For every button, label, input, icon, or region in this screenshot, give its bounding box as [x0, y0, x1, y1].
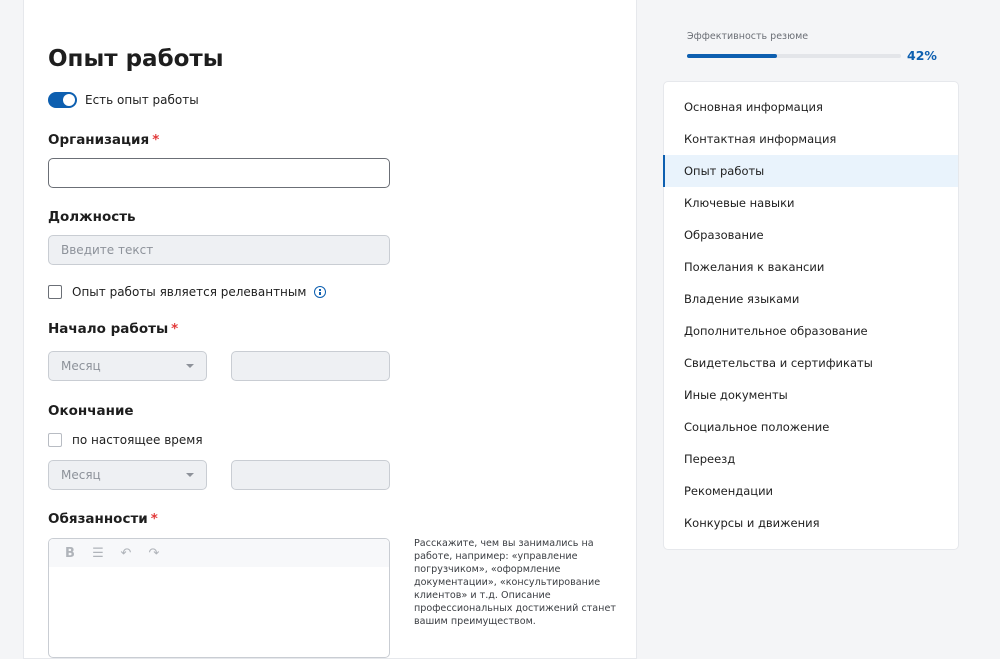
editor-toolbar: B ☰ ↶ ↷: [49, 539, 389, 567]
duties-label: Обязанности *: [48, 511, 158, 527]
position-placeholder: Введите текст: [61, 243, 154, 257]
nav-item[interactable]: Дополнительное образование: [664, 315, 958, 347]
duties-label-text: Обязанности: [48, 511, 148, 527]
bullet-list-icon[interactable]: ☰: [91, 546, 105, 561]
end-month-select[interactable]: Месяц: [48, 460, 207, 490]
redo-icon[interactable]: ↷: [147, 546, 161, 561]
start-month-select[interactable]: Месяц: [48, 351, 207, 381]
nav-item[interactable]: Контактная информация: [664, 123, 958, 155]
nav-item[interactable]: Пожелания к вакансии: [664, 251, 958, 283]
present-checkbox[interactable]: [48, 433, 62, 447]
nav-item[interactable]: Владение языками: [664, 283, 958, 315]
nav-item[interactable]: Социальное положение: [664, 411, 958, 443]
position-input[interactable]: Введите текст: [48, 235, 390, 265]
relevant-label: Опыт работы является релевантным: [72, 285, 307, 299]
required-mark: *: [152, 132, 160, 148]
present-label: по настоящее время: [72, 433, 203, 447]
efficiency-label: Эффективность резюме: [687, 31, 809, 42]
section-navigation: Основная информация Контактная информация…: [663, 81, 959, 550]
bold-icon[interactable]: B: [63, 546, 77, 561]
nav-item[interactable]: Основная информация: [664, 91, 958, 123]
nav-item[interactable]: Образование: [664, 219, 958, 251]
end-label: Окончание: [48, 403, 134, 419]
end-year-input[interactable]: [231, 460, 390, 490]
relevant-checkbox-row: Опыт работы является релевантным: [48, 285, 327, 299]
nav-item[interactable]: Конкурсы и движения: [664, 507, 958, 539]
duties-editor[interactable]: B ☰ ↶ ↷: [48, 538, 390, 658]
experience-toggle[interactable]: [48, 92, 77, 108]
efficiency-percent: 42%: [907, 48, 937, 63]
nav-item[interactable]: Рекомендации: [664, 475, 958, 507]
required-mark: *: [150, 511, 158, 527]
info-icon[interactable]: [314, 286, 327, 298]
required-mark: *: [171, 321, 179, 337]
nav-item[interactable]: Переезд: [664, 443, 958, 475]
start-year-input[interactable]: [231, 351, 390, 381]
nav-item[interactable]: Опыт работы: [663, 155, 958, 187]
organization-label-text: Организация: [48, 132, 150, 148]
experience-toggle-row: Есть опыт работы: [48, 92, 199, 108]
chevron-down-icon: [186, 364, 194, 368]
organization-input[interactable]: [48, 158, 390, 188]
present-checkbox-row: по настоящее время: [48, 433, 203, 447]
start-label: Начало работы *: [48, 321, 178, 337]
start-month-placeholder: Месяц: [61, 359, 101, 373]
organization-label: Организация *: [48, 132, 159, 148]
relevant-checkbox[interactable]: [48, 285, 62, 299]
position-label: Должность: [48, 209, 136, 225]
chevron-down-icon: [186, 473, 194, 477]
nav-item[interactable]: Свидетельства и сертификаты: [664, 347, 958, 379]
experience-toggle-label: Есть опыт работы: [85, 93, 199, 107]
toggle-knob: [63, 94, 75, 106]
nav-item[interactable]: Иные документы: [664, 379, 958, 411]
duties-hint: Расскажите, чем вы занимались на работе,…: [414, 538, 616, 627]
nav-item[interactable]: Ключевые навыки: [664, 187, 958, 219]
undo-icon[interactable]: ↶: [119, 546, 133, 561]
end-month-placeholder: Месяц: [61, 468, 101, 482]
page-title: Опыт работы: [48, 46, 224, 72]
efficiency-progress-bar: [687, 54, 901, 58]
efficiency-progress-fill: [687, 54, 777, 58]
start-label-text: Начало работы: [48, 321, 169, 337]
